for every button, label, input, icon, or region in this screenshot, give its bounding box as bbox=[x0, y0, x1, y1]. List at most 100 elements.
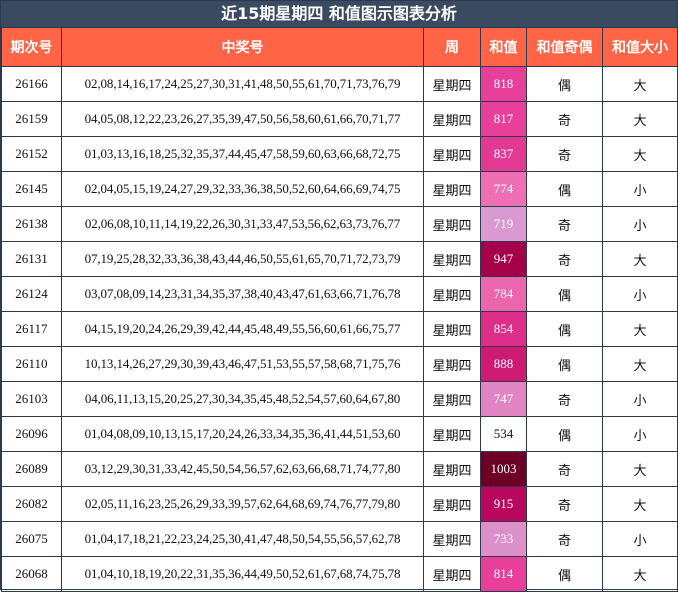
sum-value: 947 bbox=[481, 242, 526, 276]
numbers-cell: 02,05,11,16,23,25,26,29,33,39,57,62,64,6… bbox=[61, 486, 424, 522]
size-cell: 小 bbox=[602, 521, 678, 557]
table-row: 26068 01,04,10,18,19,20,22,31,35,36,44,49… bbox=[1, 556, 678, 592]
issue-cell: 26110 bbox=[1, 346, 62, 382]
results-table: 期次号 中奖号 周 和值 和值奇偶 和值大小 26166 02,08,14,16,… bbox=[1, 27, 678, 592]
odd-even-cell: 偶 bbox=[526, 171, 603, 207]
sum-cell: 818 bbox=[480, 66, 527, 102]
weekday-cell: 星期四 bbox=[423, 241, 481, 277]
weekday-cell: 星期四 bbox=[423, 311, 481, 347]
sum-cell: 719 bbox=[480, 206, 527, 242]
weekday-cell: 星期四 bbox=[423, 521, 481, 557]
sum-value: 733 bbox=[481, 522, 526, 556]
issue-cell: 26117 bbox=[1, 311, 62, 347]
weekday-cell: 星期四 bbox=[423, 171, 481, 207]
sum-cell: 784 bbox=[480, 276, 527, 312]
sum-cell: 1003 bbox=[480, 451, 527, 487]
sum-value: 747 bbox=[481, 382, 526, 416]
odd-even-cell: 奇 bbox=[526, 136, 603, 172]
weekday-cell: 星期四 bbox=[423, 416, 481, 452]
size-cell: 大 bbox=[602, 241, 678, 277]
issue-cell: 26068 bbox=[1, 556, 62, 592]
weekday-cell: 星期四 bbox=[423, 556, 481, 592]
numbers-cell: 04,15,19,20,24,26,29,39,42,44,45,48,49,5… bbox=[61, 311, 424, 347]
size-cell: 大 bbox=[602, 101, 678, 137]
sum-cell: 774 bbox=[480, 171, 527, 207]
size-cell: 大 bbox=[602, 136, 678, 172]
table-row: 26166 02,08,14,16,17,24,25,27,30,31,41,48… bbox=[1, 66, 678, 102]
issue-cell: 26138 bbox=[1, 206, 62, 242]
numbers-cell: 07,19,25,28,32,33,36,38,43,44,46,50,55,6… bbox=[61, 241, 424, 277]
weekday-cell: 星期四 bbox=[423, 381, 481, 417]
odd-even-cell: 奇 bbox=[526, 101, 603, 137]
sum-value: 837 bbox=[481, 137, 526, 171]
sum-cell: 915 bbox=[480, 486, 527, 522]
sum-cell: 817 bbox=[480, 101, 527, 137]
numbers-cell: 02,04,05,15,19,24,27,29,32,33,36,38,50,5… bbox=[61, 171, 424, 207]
table-row: 26152 01,03,13,16,18,25,32,35,37,44,45,47… bbox=[1, 136, 678, 172]
numbers-cell: 04,05,08,12,22,23,26,27,35,39,47,50,56,5… bbox=[61, 101, 424, 137]
table-row: 26089 03,12,29,30,31,33,42,45,50,54,56,57… bbox=[1, 451, 678, 487]
sum-cell: 747 bbox=[480, 381, 527, 417]
size-cell: 大 bbox=[602, 556, 678, 592]
sum-cell: 814 bbox=[480, 556, 527, 592]
numbers-cell: 01,04,08,09,10,13,15,17,20,24,26,33,34,3… bbox=[61, 416, 424, 452]
table-row: 26124 03,07,08,09,14,23,31,34,35,37,38,40… bbox=[1, 276, 678, 312]
odd-even-cell: 偶 bbox=[526, 556, 603, 592]
sum-cell: 534 bbox=[480, 416, 527, 452]
sum-cell: 947 bbox=[480, 241, 527, 277]
numbers-cell: 01,03,13,16,18,25,32,35,37,44,45,47,58,5… bbox=[61, 136, 424, 172]
odd-even-cell: 奇 bbox=[526, 451, 603, 487]
sum-cell: 837 bbox=[480, 136, 527, 172]
sum-cell: 854 bbox=[480, 311, 527, 347]
numbers-cell: 03,12,29,30,31,33,42,45,50,54,56,57,62,6… bbox=[61, 451, 424, 487]
size-cell: 小 bbox=[602, 206, 678, 242]
numbers-cell: 01,04,17,18,21,22,23,24,25,30,41,47,48,5… bbox=[61, 521, 424, 557]
table-row: 26096 01,04,08,09,10,13,15,17,20,24,26,33… bbox=[1, 416, 678, 452]
issue-cell: 26131 bbox=[1, 241, 62, 277]
issue-cell: 26152 bbox=[1, 136, 62, 172]
table-row: 26110 10,13,14,26,27,29,30,39,43,46,47,51… bbox=[1, 346, 678, 382]
odd-even-cell: 偶 bbox=[526, 276, 603, 312]
table-row: 26145 02,04,05,15,19,24,27,29,32,33,36,38… bbox=[1, 171, 678, 207]
numbers-cell: 10,13,14,26,27,29,30,39,43,46,47,51,53,5… bbox=[61, 346, 424, 382]
odd-even-cell: 奇 bbox=[526, 486, 603, 522]
size-cell: 小 bbox=[602, 381, 678, 417]
sum-value: 774 bbox=[481, 172, 526, 206]
sum-value: 817 bbox=[481, 102, 526, 136]
header-numbers: 中奖号 bbox=[61, 27, 424, 67]
page-title: 近15期星期四 和值图示图表分析 bbox=[1, 1, 677, 27]
table-body: 26166 02,08,14,16,17,24,25,27,30,31,41,48… bbox=[1, 66, 678, 592]
odd-even-cell: 偶 bbox=[526, 311, 603, 347]
size-cell: 大 bbox=[602, 66, 678, 102]
issue-cell: 26082 bbox=[1, 486, 62, 522]
odd-even-cell: 奇 bbox=[526, 521, 603, 557]
numbers-cell: 04,06,11,13,15,20,25,27,30,34,35,45,48,5… bbox=[61, 381, 424, 417]
table-row: 26103 04,06,11,13,15,20,25,27,30,34,35,45… bbox=[1, 381, 678, 417]
header-size: 和值大小 bbox=[602, 27, 678, 67]
table-row: 26075 01,04,17,18,21,22,23,24,25,30,41,47… bbox=[1, 521, 678, 557]
lottery-analysis-panel: 近15期星期四 和值图示图表分析 期次号 中奖号 周 和值 和值奇偶 和值大小 … bbox=[0, 0, 678, 592]
issue-cell: 26159 bbox=[1, 101, 62, 137]
issue-cell: 26145 bbox=[1, 171, 62, 207]
size-cell: 大 bbox=[602, 451, 678, 487]
size-cell: 大 bbox=[602, 311, 678, 347]
weekday-cell: 星期四 bbox=[423, 66, 481, 102]
table-row: 26117 04,15,19,20,24,26,29,39,42,44,45,48… bbox=[1, 311, 678, 347]
numbers-cell: 03,07,08,09,14,23,31,34,35,37,38,40,43,4… bbox=[61, 276, 424, 312]
issue-cell: 26166 bbox=[1, 66, 62, 102]
sum-value: 814 bbox=[481, 557, 526, 591]
weekday-cell: 星期四 bbox=[423, 101, 481, 137]
header-odd-even: 和值奇偶 bbox=[526, 27, 603, 67]
size-cell: 小 bbox=[602, 276, 678, 312]
odd-even-cell: 奇 bbox=[526, 241, 603, 277]
header-sum: 和值 bbox=[480, 27, 527, 67]
size-cell: 大 bbox=[602, 346, 678, 382]
odd-even-cell: 奇 bbox=[526, 206, 603, 242]
numbers-cell: 02,08,14,16,17,24,25,27,30,31,41,48,50,5… bbox=[61, 66, 424, 102]
odd-even-cell: 偶 bbox=[526, 416, 603, 452]
size-cell: 小 bbox=[602, 171, 678, 207]
sum-value: 854 bbox=[481, 312, 526, 346]
numbers-cell: 01,04,10,18,19,20,22,31,35,36,44,49,50,5… bbox=[61, 556, 424, 592]
table-header-row: 期次号 中奖号 周 和值 和值奇偶 和值大小 bbox=[1, 27, 678, 67]
odd-even-cell: 偶 bbox=[526, 346, 603, 382]
